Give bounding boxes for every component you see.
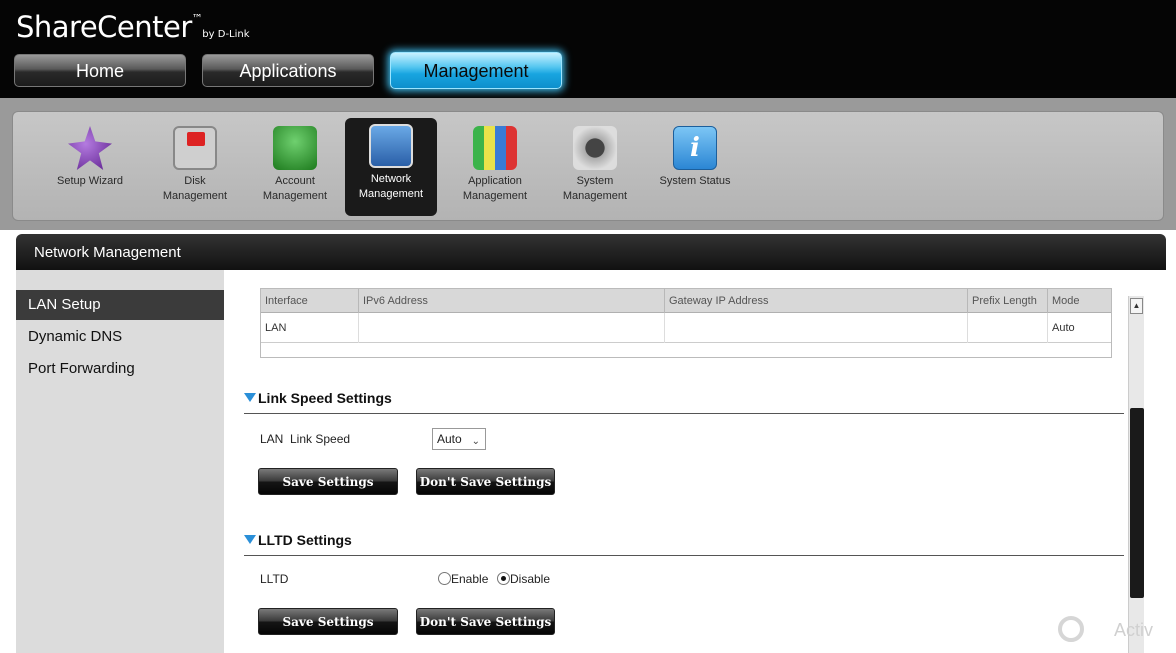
collapse-triangle-icon[interactable] xyxy=(244,535,256,544)
wizard-icon xyxy=(68,126,112,170)
sidebar-item-dynamic-dns[interactable]: Dynamic DNS xyxy=(16,322,224,352)
disk-management-icon xyxy=(173,126,217,170)
disk-management-button[interactable]: Disk Management xyxy=(153,120,237,216)
main-content: Interface IPv6 Address Gateway IP Addres… xyxy=(224,270,1166,653)
dont-save-settings-button[interactable]: Don't Save Settings xyxy=(416,608,555,635)
brand-tm: ™ xyxy=(191,12,203,25)
table-cell xyxy=(968,313,1048,343)
column-header: IPv6 Address xyxy=(359,289,665,313)
ipv6-table: Interface IPv6 Address Gateway IP Addres… xyxy=(260,288,1112,358)
sidebar: LAN Setup Dynamic DNS Port Forwarding xyxy=(16,270,224,653)
lltd-heading: LLTD Settings xyxy=(244,532,1124,556)
tool-label: System xyxy=(576,175,614,187)
lltd-label: LLTD xyxy=(260,572,289,586)
column-header: Gateway IP Address xyxy=(665,289,968,313)
column-header: Mode xyxy=(1052,295,1080,307)
network-management-icon xyxy=(369,124,413,168)
lltd-title: LLTD Settings xyxy=(258,532,352,548)
tool-label: Network xyxy=(370,173,412,185)
section-title: Network Management xyxy=(34,244,181,261)
app-window: ShareCenter™by D-Link Home Applications … xyxy=(0,0,1176,653)
sidebar-item-lan-setup[interactable]: LAN Setup xyxy=(16,290,224,320)
account-management-button[interactable]: Account Management xyxy=(253,120,337,216)
setup-wizard-button[interactable]: Setup Wizard xyxy=(49,120,131,216)
toolbar-panel: Setup Wizard Disk Management Account Man… xyxy=(12,111,1164,221)
tool-label: Management xyxy=(358,188,424,200)
account-management-icon xyxy=(273,126,317,170)
nav-tab-home[interactable]: Home xyxy=(14,54,186,87)
network-management-button[interactable]: Network Management xyxy=(345,118,437,216)
application-management-icon xyxy=(473,126,517,170)
brand-by: by D-Link xyxy=(202,29,250,40)
table-row: LAN Auto xyxy=(261,313,1111,343)
column-header: Prefix Length xyxy=(968,289,1048,313)
column-header: Interface xyxy=(261,289,359,313)
table-header: Interface IPv6 Address Gateway IP Addres… xyxy=(261,289,1111,313)
nav-tab-applications[interactable]: Applications xyxy=(202,54,374,87)
system-management-button[interactable]: System Management xyxy=(553,120,637,216)
sidebar-item-port-forwarding[interactable]: Port Forwarding xyxy=(16,354,224,384)
system-management-icon xyxy=(573,126,617,170)
tool-label: Management xyxy=(162,190,228,202)
activation-watermark: Activ xyxy=(1058,616,1176,646)
radio-label: Enable xyxy=(451,572,489,586)
collapse-triangle-icon[interactable] xyxy=(244,393,256,402)
system-status-icon: i xyxy=(673,126,717,170)
lan-link-speed-label: LAN Link Speed xyxy=(260,432,351,446)
tool-label: Management xyxy=(462,190,528,202)
vertical-scrollbar[interactable]: ▲ xyxy=(1128,296,1144,653)
key-icon xyxy=(1058,616,1084,642)
radio-label: Disable xyxy=(510,572,551,586)
brand-logo: ShareCenter™ by D-Link xyxy=(16,10,250,44)
dont-save-settings-button[interactable]: Don't Save Settings xyxy=(416,468,555,495)
table-cell: Auto xyxy=(1052,322,1075,334)
table-cell xyxy=(665,313,968,343)
application-management-button[interactable]: Application Management xyxy=(453,120,537,216)
tool-label: System Status xyxy=(659,175,731,187)
watermark-text: Activ xyxy=(1114,620,1154,640)
system-status-button[interactable]: i System Status xyxy=(653,120,737,216)
table-cell xyxy=(359,313,665,343)
select-value: Auto xyxy=(437,432,462,446)
tool-label: Management xyxy=(562,190,628,202)
chevron-down-icon: ⌄ xyxy=(471,436,480,447)
tool-label: Application xyxy=(468,175,522,187)
save-settings-button[interactable]: Save Settings xyxy=(258,608,398,635)
link-speed-heading: Link Speed Settings xyxy=(244,390,1124,414)
link-speed-title: Link Speed Settings xyxy=(258,390,392,406)
tool-label: Management xyxy=(262,190,328,202)
tool-label: Account xyxy=(275,175,315,187)
tool-label: Setup Wizard xyxy=(56,175,124,187)
section-header: Network Management xyxy=(16,234,1166,270)
lan-link-speed-select[interactable]: Auto ⌄ xyxy=(432,428,486,450)
radio-circle xyxy=(438,572,451,585)
tool-label: Disk xyxy=(184,175,206,187)
management-toolbar: Setup Wizard Disk Management Account Man… xyxy=(0,98,1176,230)
save-settings-button[interactable]: Save Settings xyxy=(258,468,398,495)
lltd-enable-radio[interactable]: Enable xyxy=(438,572,488,586)
brand-name: ShareCenter xyxy=(16,10,192,44)
scrollbar-thumb[interactable] xyxy=(1130,408,1144,598)
lltd-disable-radio[interactable]: Disable xyxy=(497,572,550,586)
header: ShareCenter™by D-Link Home Applications … xyxy=(0,0,1176,98)
radio-circle xyxy=(497,572,510,585)
nav-tab-management[interactable]: Management xyxy=(390,52,562,89)
scroll-up-arrow-icon[interactable]: ▲ xyxy=(1130,298,1143,314)
table-cell: LAN xyxy=(261,313,359,343)
